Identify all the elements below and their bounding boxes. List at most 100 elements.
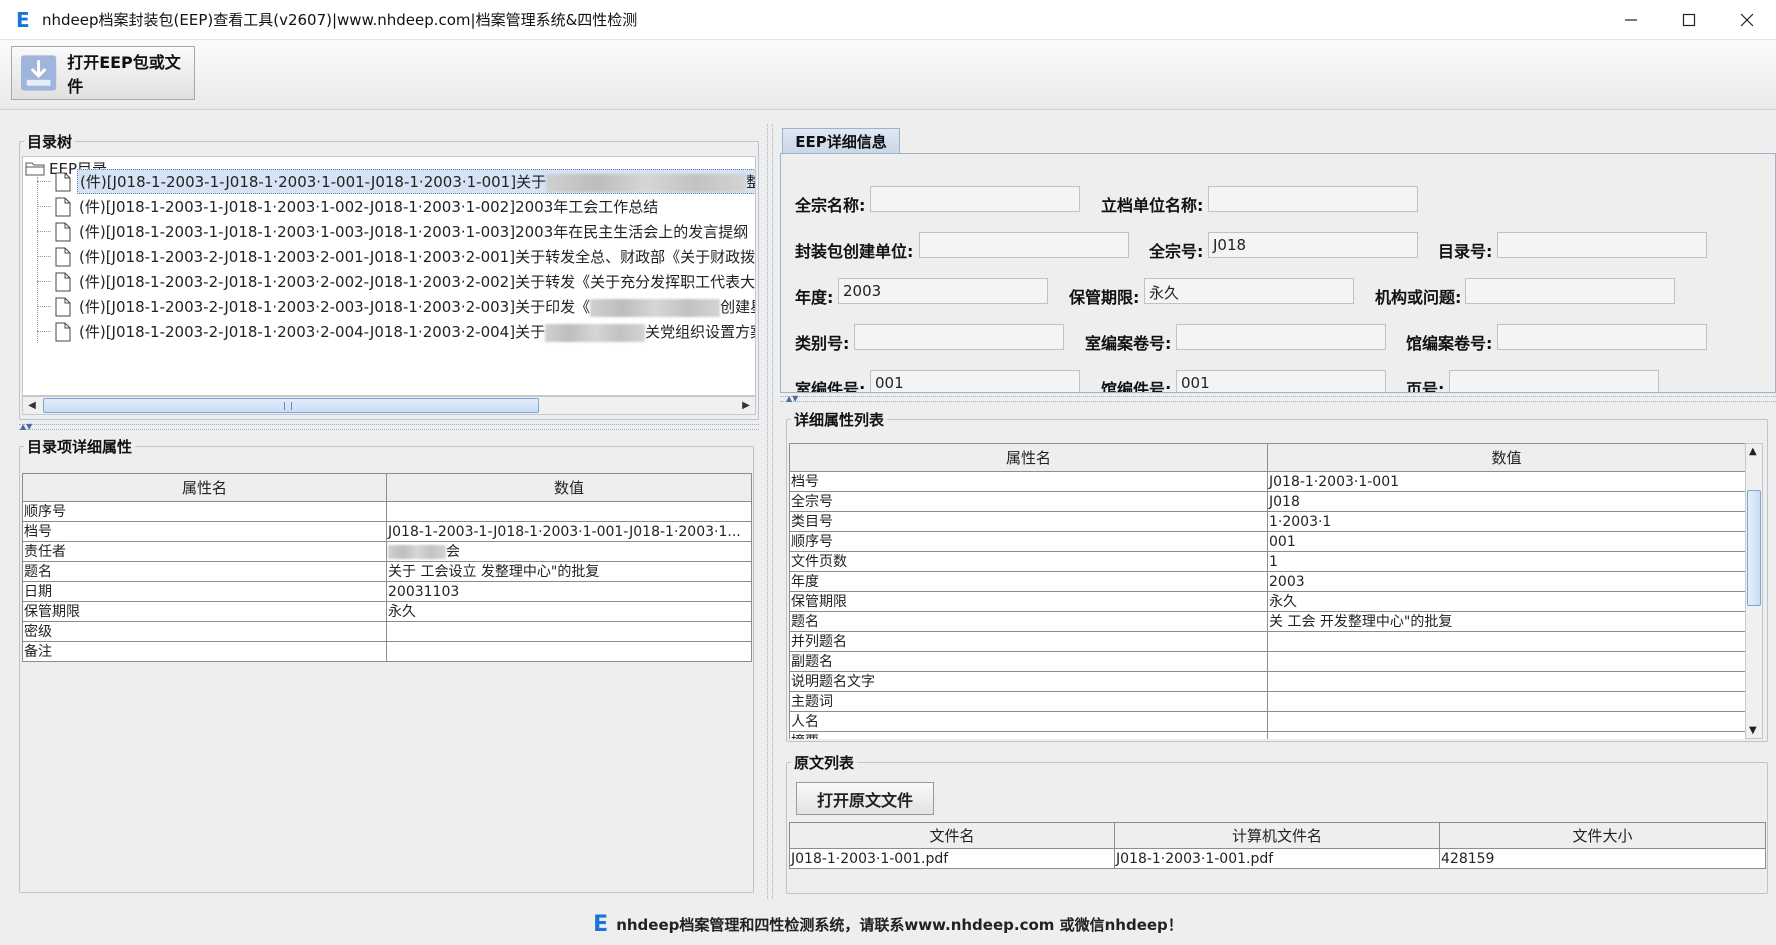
qzmc-field[interactable] [870, 186, 1080, 212]
qzh-field[interactable]: J018 [1208, 232, 1418, 258]
gbajh-field[interactable] [1497, 324, 1707, 350]
lbh-field[interactable] [854, 324, 1064, 350]
detail-list-vertical-scrollbar[interactable]: ▲ ▼ [1745, 443, 1763, 739]
app-logo-icon: E [16, 7, 30, 32]
file-icon [55, 172, 71, 191]
open-raw-file-button[interactable]: 打开原文文件 [796, 782, 934, 815]
close-icon [1740, 13, 1754, 27]
tree-item[interactable]: (件)[J018-1-2003-2-J018-1·2003·2-003-J018… [37, 294, 755, 319]
table-row[interactable]: 文件页数 1 [789, 551, 1745, 572]
table-row[interactable]: 副题名 [789, 651, 1745, 672]
column-header[interactable]: 数值 [1267, 443, 1745, 472]
table-row[interactable]: 人名 [789, 711, 1745, 732]
scroll-thumb[interactable] [43, 398, 539, 413]
column-header[interactable]: 属性名 [789, 443, 1268, 472]
open-eep-button[interactable]: 打开EEP包或文件 [11, 46, 195, 100]
maximize-icon [1682, 13, 1696, 27]
scroll-up-icon[interactable]: ▲ [1749, 446, 1757, 457]
table-row[interactable]: 题名关 工会 开发整理中心"的批复 [789, 611, 1745, 632]
sbajh-field[interactable] [1176, 324, 1386, 350]
scroll-right-icon[interactable]: ▶ [737, 397, 755, 414]
table-row[interactable]: 类目号 1·2003·1 [789, 511, 1745, 532]
directory-tree[interactable]: EEP目录 (件)[J018-1-2003-1-J018-1·2003·1-00… [22, 156, 756, 396]
table-row[interactable]: 并列题名 [789, 631, 1745, 652]
tree-item-label: (件)[J018-1-2003-2-J018-1·2003·2-004-J018… [79, 323, 756, 342]
window-title: nhdeep档案封装包(EEP)查看工具(v2607)|www.nhdeep.c… [42, 11, 638, 29]
tree-item[interactable]: (件)[J018-1-2003-1-J018-1·2003·1-001-J018… [37, 169, 755, 194]
tree-item[interactable]: (件)[J018-1-2003-2-J018-1·2003·2-002-J018… [37, 269, 755, 294]
minimize-button[interactable] [1602, 0, 1660, 40]
left-splitter[interactable] [19, 424, 759, 430]
tree-item[interactable]: (件)[J018-1-2003-2-J018-1·2003·2-004-J018… [37, 319, 756, 344]
file-icon [55, 247, 71, 266]
bgqx-field[interactable]: 永久 [1144, 278, 1354, 304]
raw-files-title: 原文列表 [791, 752, 858, 773]
tree-horizontal-scrollbar[interactable]: ◀ ▶ [22, 396, 756, 415]
right-splitter[interactable] [780, 396, 1776, 402]
table-row[interactable]: 主题词 [789, 691, 1745, 712]
table-row[interactable]: 档号 J018-1-2003-1-J018-1·2003·1-001-J018-1… [22, 521, 752, 542]
close-button[interactable] [1718, 0, 1776, 40]
table-row[interactable]: 备注 [22, 641, 752, 662]
file-icon [55, 197, 71, 216]
detail-list-viewport: 属性名 数值 档号 J018-1·2003·1-001 全宗号 J018 类目号 1·… [789, 443, 1745, 739]
mlh-field[interactable] [1497, 232, 1707, 258]
table-row[interactable]: 日期 20031103 [22, 581, 752, 602]
tree-item-label: (件)[J018-1-2003-1-J018-1·2003·1-003-J018… [79, 223, 749, 241]
open-package-icon [20, 55, 57, 91]
table-row[interactable]: 密级 [22, 621, 752, 642]
window-controls [1602, 0, 1776, 40]
toolbar: 打开EEP包或文件 [0, 40, 1776, 110]
tree-item-label: (件)[J018-1-2003-1-J018-1·2003·1-002-J018… [79, 198, 659, 216]
tree-item[interactable]: (件)[J018-1-2003-1-J018-1·2003·1-003-J018… [37, 219, 750, 244]
table-row[interactable]: J018-1·2003·1-001.pdf J018-1·2003·1-001.… [789, 848, 1766, 869]
column-header[interactable]: 属性名 [22, 473, 387, 502]
title-bar: E nhdeep档案封装包(EEP)查看工具(v2607)|www.nhdeep… [0, 0, 1776, 40]
tree-item[interactable]: (件)[J018-1-2003-1-J018-1·2003·1-002-J018… [37, 194, 660, 219]
tree-item-label: (件)[J018-1-2003-2-J018-1·2003·2-003-J018… [79, 298, 755, 317]
sbjh-field[interactable]: 001 [870, 370, 1080, 392]
eep-detail-panel: 全宗名称: 立档单位名称: 封装包创建单位: 全宗号: J018 目录号: 年度… [780, 153, 1776, 393]
main-splitter[interactable] [767, 124, 773, 899]
splitter-arrows-icon[interactable]: ▲▼ [20, 423, 32, 431]
scroll-left-icon[interactable]: ◀ [23, 397, 41, 414]
tree-item[interactable]: (件)[J018-1-2003-2-J018-1·2003·2-001-J018… [37, 244, 755, 269]
table-row[interactable]: 顺序号 001 [789, 531, 1745, 552]
column-header[interactable]: 文件名 [789, 822, 1115, 849]
field-label: 立档单位名称: [1101, 196, 1204, 215]
jgwt-field[interactable] [1465, 278, 1675, 304]
tree-group-title: 目录树 [24, 131, 76, 152]
table-row[interactable]: 全宗号 J018 [789, 491, 1745, 512]
fzbdw-field[interactable] [919, 232, 1129, 258]
table-row[interactable]: 说明题名文字 [789, 671, 1745, 692]
table-row[interactable]: 责任者会 [22, 541, 752, 562]
field-label: 类别号: [795, 334, 850, 353]
field-label: 全宗号: [1149, 242, 1204, 261]
table-row[interactable]: 题名 关于 工会设立 发整理中心"的批复 [22, 561, 752, 582]
column-header[interactable]: 计算机文件名 [1114, 822, 1440, 849]
field-label: 室编案卷号: [1085, 334, 1172, 353]
scroll-thumb[interactable] [1747, 490, 1761, 606]
table-row[interactable]: 摘要 [789, 731, 1745, 739]
minimize-icon [1625, 19, 1637, 21]
table-row[interactable]: 年度 2003 [789, 571, 1745, 592]
file-icon [55, 297, 71, 316]
field-label: 馆编案卷号: [1406, 334, 1493, 353]
field-label: 保管期限: [1069, 288, 1140, 307]
gbjh-field[interactable]: 001 [1176, 370, 1386, 392]
item-props-table: 属性名 数值 顺序号 档号 J018-1-2003-1-J018-1·2003·1… [22, 473, 752, 662]
column-header[interactable]: 数值 [386, 473, 752, 502]
nd-field[interactable]: 2003 [838, 278, 1048, 304]
column-header[interactable]: 文件大小 [1439, 822, 1766, 849]
table-row[interactable]: 保管期限 永久 [22, 601, 752, 622]
table-row[interactable]: 保管期限 永久 [789, 591, 1745, 612]
file-icon [55, 272, 71, 291]
maximize-button[interactable] [1660, 0, 1718, 40]
ldwmc-field[interactable] [1208, 186, 1418, 212]
yh-field[interactable] [1449, 370, 1659, 392]
tab-eep-detail[interactable]: EEP详细信息 [782, 128, 900, 154]
table-row[interactable]: 档号 J018-1·2003·1-001 [789, 471, 1745, 492]
table-row[interactable]: 顺序号 [22, 501, 752, 522]
scroll-down-icon[interactable]: ▼ [1749, 725, 1757, 736]
splitter-arrows-icon[interactable]: ▲▼ [786, 395, 798, 403]
